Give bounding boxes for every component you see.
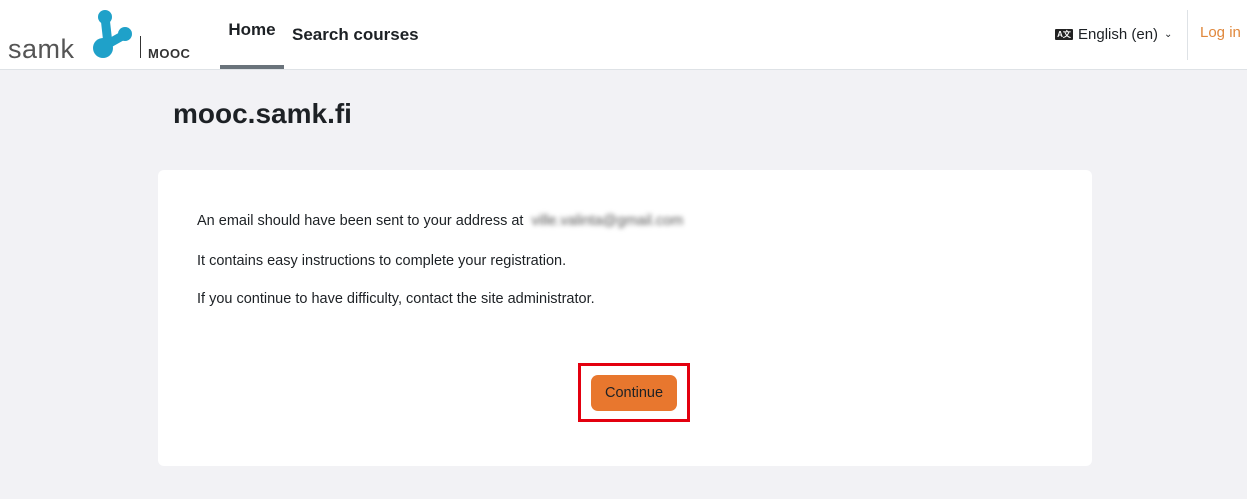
brand-subtitle: MOOC bbox=[148, 46, 191, 61]
difficulty-message: If you continue to have difficulty, cont… bbox=[197, 291, 595, 307]
brand-name: samk bbox=[8, 34, 75, 64]
message-card: An email should have been sent to your a… bbox=[158, 170, 1092, 466]
nav-home[interactable]: Home bbox=[220, 0, 284, 69]
logo-mark-icon bbox=[93, 10, 132, 58]
instructions-message: It contains easy instructions to complet… bbox=[197, 253, 567, 269]
nav-search-courses[interactable]: Search courses bbox=[292, 0, 419, 69]
continue-button[interactable]: Continue bbox=[591, 375, 677, 411]
login-link[interactable]: Log in bbox=[1200, 24, 1241, 41]
language-icon: A文 bbox=[1055, 28, 1073, 40]
language-label: English (en) bbox=[1078, 25, 1159, 43]
brand-divider bbox=[140, 36, 141, 58]
site-logo[interactable]: samk MOOC bbox=[8, 8, 198, 64]
top-navbar: samk MOOC Home Search courses A文 English… bbox=[0, 0, 1247, 70]
navbar-divider bbox=[1187, 10, 1188, 60]
email-sent-text: An email should have been sent to your a… bbox=[197, 213, 524, 229]
language-selector[interactable]: A文 English (en) ⌄ bbox=[1055, 24, 1172, 44]
chevron-down-icon: ⌄ bbox=[1164, 28, 1173, 40]
page-title: mooc.samk.fi bbox=[173, 98, 352, 129]
email-address: ville.valinta@gmail.com bbox=[531, 213, 684, 229]
email-sent-message: An email should have been sent to your a… bbox=[197, 213, 683, 229]
